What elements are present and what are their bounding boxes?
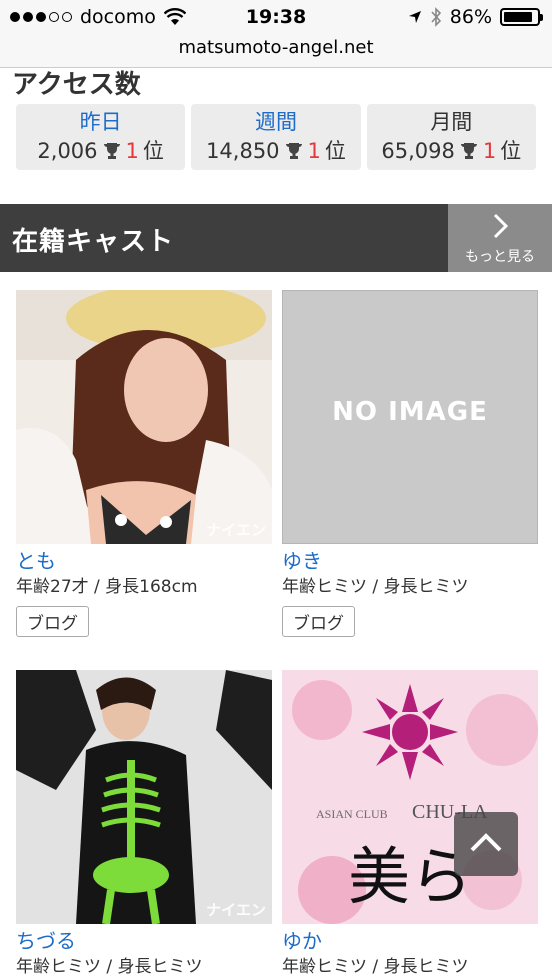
section-title: 在籍キャスト	[12, 227, 175, 257]
trophy-icon	[103, 143, 120, 159]
portrait-image	[16, 670, 272, 924]
stat-label: 月間	[430, 110, 473, 134]
cast-name-link[interactable]: ちづる	[16, 928, 272, 954]
location-arrow-icon	[408, 11, 421, 23]
stat-count: 14,850	[206, 139, 280, 163]
cast-profile: 年齢27才 / 身長168cm	[16, 577, 198, 597]
cast-name-link[interactable]: とも	[16, 548, 272, 574]
chevron-up-icon	[470, 833, 502, 852]
rank-number: 1	[307, 139, 321, 163]
stat-weekly[interactable]: 週間 14,850 1位	[191, 104, 361, 170]
see-more-button[interactable]: もっと見る	[448, 204, 552, 272]
cast-profile: 年齢ヒミツ / 身長ヒミツ	[16, 957, 203, 977]
scroll-top-button[interactable]	[454, 812, 518, 876]
blog-button[interactable]: ブログ	[282, 606, 355, 637]
cast-name-link[interactable]: ゆき	[282, 548, 538, 574]
battery-percent: 86%	[449, 6, 492, 28]
url-text: matsumoto-angel.net	[178, 37, 374, 58]
rank-number: 1	[125, 139, 139, 163]
access-title: アクセス数	[12, 70, 141, 100]
cast-card: ナイエン ちづる 年齢ヒミツ / 身長ヒミツ	[16, 670, 272, 980]
blog-button[interactable]: ブログ	[16, 606, 89, 637]
chevron-right-icon	[493, 213, 509, 239]
cast-photo[interactable]: ASIAN CLUB CHU-LA 美ら	[282, 670, 538, 924]
portrait-image	[16, 290, 272, 544]
cast-photo[interactable]: ナイエン	[16, 290, 272, 544]
cast-profile: 年齢ヒミツ / 身長ヒミツ	[282, 577, 469, 597]
cast-card: NO IMAGE ゆき 年齢ヒミツ / 身長ヒミツ ブログ	[282, 290, 538, 637]
stat-label[interactable]: 週間	[191, 108, 360, 136]
trophy-icon	[460, 143, 477, 159]
stat-daily[interactable]: 昨日 2,006 1位	[16, 104, 186, 170]
see-more-label: もっと見る	[465, 249, 535, 265]
status-bar: docomo 19:38 86%	[0, 0, 552, 36]
no-image-text: NO IMAGE	[332, 397, 488, 427]
cast-name-link[interactable]: ゆか	[282, 928, 538, 954]
bluetooth-icon	[431, 7, 441, 27]
access-stats: 昨日 2,006 1位 週間 14,850 1位 月間 65,098 1位	[16, 104, 536, 170]
stat-count: 2,006	[37, 139, 98, 163]
stat-count: 65,098	[381, 139, 455, 163]
cast-profile: 年齢ヒミツ / 身長ヒミツ	[282, 957, 469, 977]
club-logo-image: ASIAN CLUB CHU-LA 美ら	[282, 670, 538, 924]
stat-monthly: 月間 65,098 1位	[366, 104, 536, 170]
cast-card: ナイエン とも 年齢27才 / 身長168cm ブログ	[16, 290, 272, 637]
watermark: ナイエン	[206, 901, 266, 919]
rank-suffix: 位	[500, 139, 522, 163]
battery-icon	[500, 8, 543, 26]
rank-suffix: 位	[324, 139, 346, 163]
cast-photo[interactable]: ナイエン	[16, 670, 272, 924]
stat-label[interactable]: 昨日	[16, 108, 185, 136]
watermark: ナイエン	[206, 521, 266, 539]
status-right: 86%	[408, 6, 543, 28]
logo-brand-text: ASIAN CLUB	[316, 807, 388, 821]
cast-photo-placeholder[interactable]: NO IMAGE	[282, 290, 538, 544]
rank-number: 1	[482, 139, 497, 163]
cast-section-header: 在籍キャスト もっと見る	[0, 204, 552, 272]
trophy-icon	[285, 143, 302, 159]
rank-suffix: 位	[142, 139, 164, 163]
